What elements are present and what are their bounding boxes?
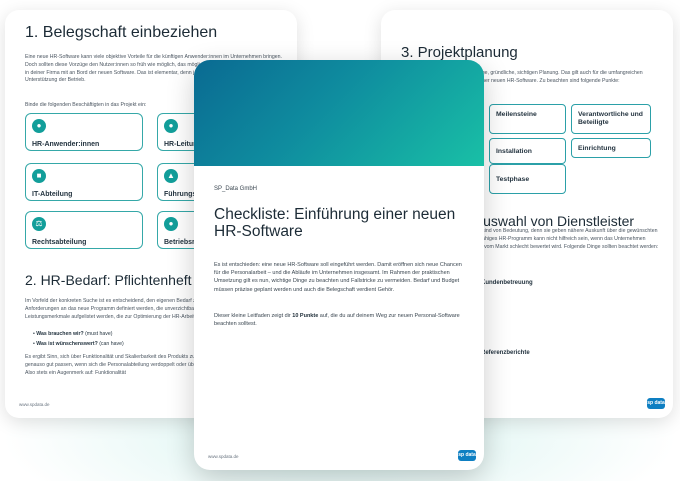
spdata-logo: sp data: [458, 450, 476, 461]
tile-verantwortliche: Verantwortliche und Beteiligte: [571, 104, 651, 134]
page-checkliste-cover: SP_Data GmbH Checkliste: Einführung eine…: [194, 60, 484, 470]
chip-icon: ■: [32, 169, 46, 183]
tile-hr-anwender: ● HR-Anwender:innen: [25, 113, 143, 151]
heading-dienstleister: 4. Auswahl von Dienstleister: [459, 213, 635, 229]
person-icon: ●: [32, 119, 46, 133]
bullet-must-have: • Was brauchen wir? (must have): [33, 331, 113, 337]
heading-projektplanung: 3. Projektplanung: [401, 44, 518, 61]
tile-einrichtung: Einrichtung: [571, 138, 651, 158]
cover-gradient-banner: [194, 60, 484, 166]
hierarchy-icon: ▲: [164, 169, 178, 183]
tile-meilensteine: Meilensteine: [489, 104, 566, 134]
heading-belegschaft: 1. Belegschaft einbeziehen: [25, 24, 218, 41]
spdata-logo: sp data: [647, 398, 665, 409]
tile-label: HR-Anwender:innen: [32, 141, 100, 148]
cover-title: Checkliste: Einführung einer neuen HR-So…: [214, 206, 456, 240]
tile-installation: Installation: [489, 138, 566, 164]
footer-url: www.spdata.de: [208, 454, 239, 459]
item-kundenbetreuung: Kundenbetreuung: [481, 280, 533, 286]
footer-url: www.spdata.de: [19, 402, 50, 407]
heading-hr-bedarf: 2. HR-Bedarf: Pflichtenheft vs.: [25, 272, 214, 288]
cover-intro: Es ist entschieden: eine neue HR-Softwar…: [214, 262, 462, 293]
tile-label: IT-Abteilung: [32, 191, 73, 198]
team-icon: ●: [164, 119, 178, 133]
bullet-bold: Was ist wünschenswert?: [36, 341, 98, 347]
bullet-can-have: • Was ist wünschenswert? (can have): [33, 341, 124, 347]
item-referenzberichte: Referenzberichte: [481, 350, 530, 356]
council-icon: ●: [164, 217, 178, 231]
company-name: SP_Data GmbH: [214, 186, 258, 192]
scales-icon: ⚖: [32, 217, 46, 231]
bullet-bold: Was brauchen wir?: [36, 331, 84, 337]
bullet-rest: (can have): [97, 341, 124, 347]
tile-testphase: Testphase: [489, 164, 566, 194]
bullet-rest: (must have): [83, 331, 113, 337]
cover-leitfaden: Dieser kleine Leitfaden zeigt dir 10 Pun…: [214, 312, 464, 328]
leitfaden-bold: 10 Punkte: [292, 313, 319, 319]
tile-rechtsabteilung: ⚖ Rechtsabteilung: [25, 211, 143, 249]
tile-it-abteilung: ■ IT-Abteilung: [25, 163, 143, 201]
leitfaden-text-a: Dieser kleine Leitfaden zeigt dir: [214, 313, 293, 319]
tile-label: Rechtsabteilung: [32, 239, 87, 246]
